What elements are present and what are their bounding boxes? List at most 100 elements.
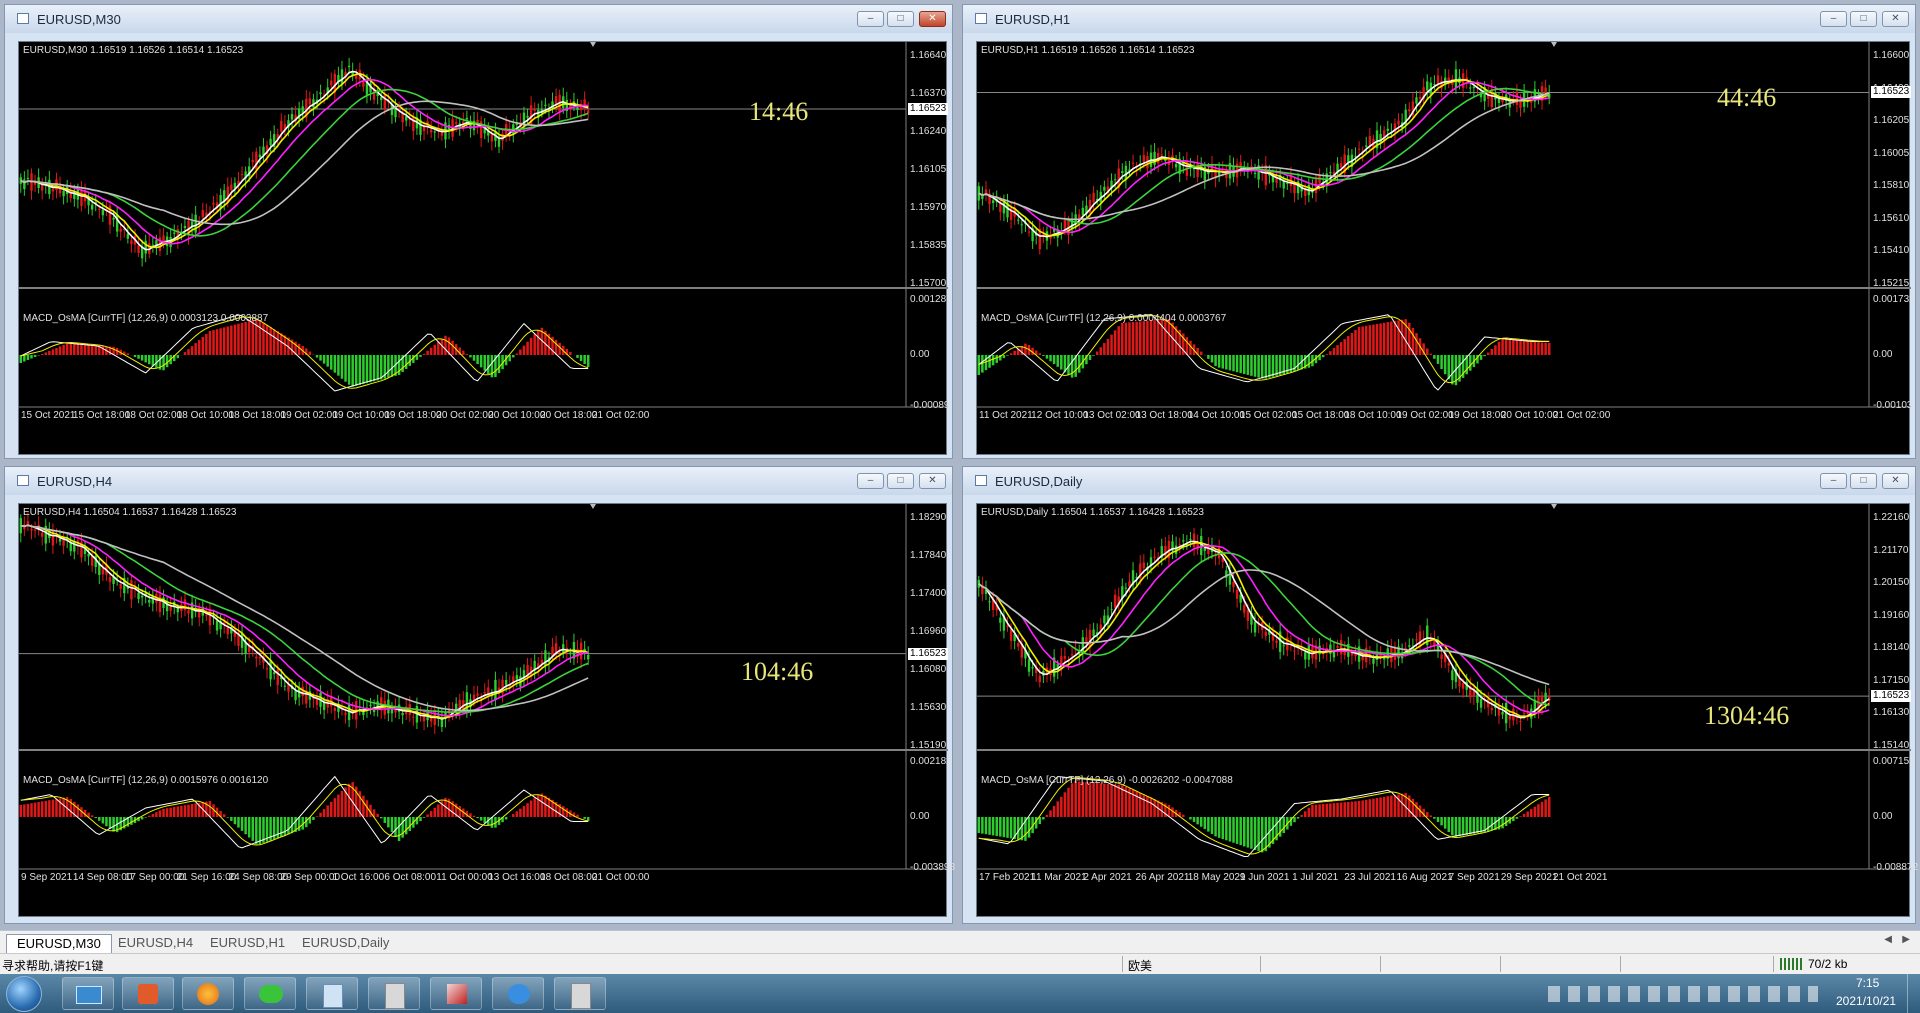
window-titlebar[interactable]: EURUSD,H1 – □ ✕	[963, 5, 1915, 33]
candle-body	[269, 660, 272, 680]
window-title: EURUSD,H4	[37, 474, 113, 489]
taskbar-app-terminal-2[interactable]	[554, 977, 606, 1010]
minimize-button[interactable]: –	[1820, 11, 1847, 27]
chart-shift-marker	[590, 504, 596, 509]
date-axis-label: 18 Oct 10:00	[176, 410, 234, 421]
minimize-button[interactable]: –	[857, 473, 884, 489]
candle-body	[62, 190, 65, 197]
candle-body	[194, 214, 197, 233]
tool-icon	[447, 984, 467, 1004]
candle-body	[454, 703, 458, 711]
candle-body	[1006, 625, 1009, 628]
candle-body	[312, 698, 315, 700]
candle-body	[140, 595, 144, 598]
taskbar-app-terminal-1[interactable]	[368, 977, 420, 1010]
date-axis-label: 18 Oct 02:00	[124, 410, 183, 421]
tab-eurusd-daily[interactable]: EURUSD,Daily	[292, 934, 399, 952]
taskbar-app-wechat[interactable]	[244, 977, 296, 1010]
tab-eurusd-m30[interactable]: EURUSD,M30	[6, 934, 112, 953]
taskbar-app-chat[interactable]	[492, 977, 544, 1010]
candle-body	[494, 679, 497, 700]
candle-body	[1347, 155, 1350, 162]
close-button[interactable]: ✕	[919, 473, 946, 489]
candle-body	[1282, 180, 1285, 189]
clock-time[interactable]: 7:15	[1856, 976, 1879, 990]
minimize-button[interactable]: –	[857, 11, 884, 27]
show-desktop-button[interactable]	[1907, 974, 1920, 1013]
candle-body	[1088, 630, 1092, 648]
candle-body	[1192, 533, 1196, 548]
date-axis-label: 29 Sep 2021	[1500, 872, 1558, 883]
chart-window-m30[interactable]: EURUSD,M30 – □ ✕ EURUSD,M30 1.16519 1.16…	[4, 4, 953, 459]
maximize-button[interactable]: □	[1850, 11, 1877, 27]
monitor-icon	[76, 986, 102, 1004]
taskbar-app-tool[interactable]	[430, 977, 482, 1010]
osma-axis-label: 0.00	[1873, 811, 1893, 822]
candle-body	[108, 577, 112, 583]
osma-axis-label: -0.00089	[910, 400, 950, 411]
help-hint: 寻求帮助,请按F1键	[2, 959, 104, 973]
candle-body	[1508, 715, 1511, 720]
candle-body	[476, 693, 479, 696]
chart-area[interactable]: EURUSD,M30 1.16519 1.16526 1.16514 1.165…	[18, 41, 952, 455]
date-axis-label: 11 Mar 2021	[1031, 872, 1087, 883]
candle-body	[255, 151, 258, 170]
taskbar-app-office[interactable]	[122, 977, 174, 1010]
ma-green-line	[978, 87, 1550, 225]
tab-eurusd-h4[interactable]: EURUSD,H4	[108, 934, 203, 952]
candle-body	[515, 675, 519, 680]
candle-body	[215, 620, 219, 631]
maximize-button[interactable]: □	[887, 473, 914, 489]
chart-window-h4[interactable]: EURUSD,H4 – □ ✕ EURUSD,H4 1.16504 1.1653…	[4, 466, 955, 924]
taskbar-app-notes[interactable]	[306, 977, 358, 1010]
candle-body	[569, 652, 572, 654]
chart-shift-marker	[1551, 42, 1557, 47]
status-divider	[1620, 956, 1621, 972]
candle-body	[340, 69, 344, 84]
date-axis-label: 18 May 2021	[1187, 872, 1246, 883]
price-axis-label: 1.19160	[1873, 609, 1910, 621]
date-axis-label: 2 Apr 2021	[1083, 872, 1132, 883]
candle-body	[51, 529, 55, 546]
taskbar-app-firefox[interactable]	[182, 977, 234, 1010]
candle-body	[240, 633, 244, 648]
chart-area[interactable]: EURUSD,H1 1.16519 1.16526 1.16514 1.1652…	[976, 41, 1915, 455]
minimize-button[interactable]: –	[1820, 473, 1847, 489]
candle-body	[1113, 179, 1117, 181]
candle-body	[1354, 653, 1357, 657]
clock-date[interactable]: 2021/10/21	[1836, 994, 1896, 1008]
close-button[interactable]: ✕	[1882, 473, 1909, 489]
window-titlebar[interactable]: EURUSD,H4 – □ ✕	[5, 467, 952, 495]
candle-body	[1207, 545, 1210, 554]
taskbar-app-desktop[interactable]	[62, 977, 114, 1010]
tray-icons[interactable]	[1548, 986, 1818, 1002]
tab-scroll-left-icon[interactable]: ◀	[1884, 934, 1892, 945]
candle-body	[1178, 544, 1181, 546]
chart-window-h1[interactable]: EURUSD,H1 – □ ✕ EURUSD,H1 1.16519 1.1652…	[962, 4, 1916, 459]
chart-area[interactable]: EURUSD,H4 1.16504 1.16537 1.16428 1.1652…	[18, 503, 955, 917]
candle-body	[240, 174, 244, 176]
window-titlebar[interactable]: EURUSD,Daily – □ ✕	[963, 467, 1915, 495]
candle-body	[144, 240, 147, 254]
candle-body	[1038, 675, 1041, 683]
osma-axis-label: 0.001287	[910, 294, 952, 305]
candle-body	[187, 610, 190, 614]
close-button[interactable]: ✕	[919, 11, 946, 27]
maximize-button[interactable]: □	[1850, 473, 1877, 489]
chart-window-daily[interactable]: EURUSD,Daily – □ ✕ EURUSD,Daily 1.16504 …	[962, 466, 1918, 924]
date-axis-label: 23 Jul 2021	[1344, 872, 1396, 883]
candle-body	[991, 200, 995, 204]
candle-body	[33, 529, 37, 531]
close-button[interactable]: ✕	[1882, 11, 1909, 27]
tab-eurusd-h1[interactable]: EURUSD,H1	[200, 934, 295, 952]
candle-body	[1408, 109, 1411, 112]
osma-axis-label: -0.003898	[910, 862, 956, 873]
symbol-info: EURUSD,M30 1.16519 1.16526 1.16514 1.165…	[23, 45, 244, 56]
chart-area[interactable]: EURUSD,Daily 1.16504 1.16537 1.16428 1.1…	[976, 503, 1918, 917]
maximize-button[interactable]: □	[887, 11, 914, 27]
candle-body	[1304, 652, 1307, 660]
tab-scroll-right-icon[interactable]: ▶	[1902, 934, 1910, 945]
candle-body	[130, 240, 133, 245]
window-titlebar[interactable]: EURUSD,M30 – □ ✕	[5, 5, 952, 33]
start-button[interactable]	[6, 976, 42, 1012]
